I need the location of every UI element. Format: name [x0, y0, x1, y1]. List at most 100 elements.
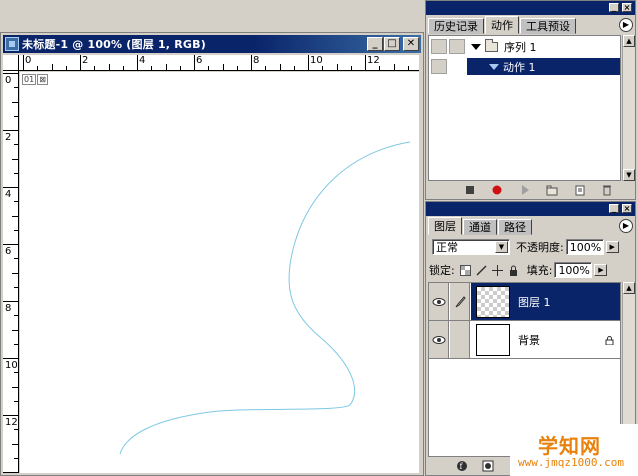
ruler-tick [12, 215, 18, 217]
ruler-tick [365, 55, 366, 70]
visibility-eye-icon[interactable] [429, 321, 449, 358]
tab-actions[interactable]: 动作 [485, 16, 519, 34]
stop-icon[interactable] [464, 184, 476, 196]
tab-paths[interactable]: 路径 [498, 219, 532, 235]
ruler-tick [308, 55, 309, 70]
toggle-item-checkbox[interactable] [431, 39, 447, 54]
document-title: 未标题-1 @ 100% (图层 1, RGB) [22, 38, 206, 51]
record-icon[interactable] [491, 184, 503, 196]
tab-history[interactable]: 历史记录 [428, 18, 484, 34]
site-watermark: 学知网 www.jmqz1000.com [510, 424, 638, 476]
ruler-tick [14, 372, 18, 374]
action-label: 动作 1 [503, 60, 536, 74]
canvas[interactable]: 01 ⊠ [20, 72, 419, 473]
ruler-tick [336, 64, 338, 70]
opacity-slider-arrow[interactable]: ▶ [605, 241, 619, 253]
ruler-tick [350, 66, 352, 70]
lock-all-icon[interactable] [508, 265, 519, 276]
new-action-icon[interactable] [574, 184, 586, 196]
palette-titlebar[interactable]: _ × [426, 1, 635, 15]
ruler-label: 6 [196, 55, 203, 66]
opacity-input[interactable]: 100% [565, 239, 604, 255]
layer-row-background[interactable]: 背景 [429, 321, 620, 359]
photoshop-document-icon [5, 37, 19, 51]
ruler-label: 10 [5, 360, 18, 371]
expand-triangle-icon[interactable] [489, 63, 499, 70]
scroll-up-arrow[interactable]: ▲ [623, 35, 635, 47]
ruler-tick [14, 457, 18, 459]
lock-brush-icon[interactable] [476, 264, 487, 276]
ruler-tick [3, 187, 18, 188]
ruler-tick [14, 144, 18, 146]
ruler-tick [14, 115, 18, 117]
folder-icon [485, 38, 498, 52]
layer-style-icon[interactable]: f [456, 460, 468, 472]
ruler-label: 12 [5, 417, 18, 428]
delete-icon[interactable] [601, 184, 613, 196]
layer-row-layer1[interactable]: 图层 1 [429, 283, 620, 321]
blend-mode-select[interactable]: 正常 ▼ [432, 239, 510, 255]
ruler-tick [222, 64, 224, 70]
ruler-tick [179, 66, 181, 70]
layer-name: 背景 [518, 333, 540, 347]
toggle-item-checkbox[interactable] [431, 59, 447, 74]
palette-minimize-button[interactable]: _ [609, 204, 619, 213]
action-row[interactable]: 动作 1 [429, 57, 620, 76]
drawn-path[interactable] [20, 72, 419, 473]
palette-close-button[interactable]: × [622, 3, 632, 12]
tab-channels[interactable]: 通道 [463, 219, 497, 235]
ruler-tick [14, 201, 18, 203]
maximize-button[interactable]: □ [384, 37, 400, 51]
ruler-label: 8 [253, 55, 260, 66]
ruler-origin[interactable] [3, 55, 19, 71]
palette-close-button[interactable]: × [622, 204, 632, 213]
scroll-down-arrow[interactable]: ▼ [623, 169, 635, 181]
ruler-tick [14, 343, 18, 345]
document-titlebar[interactable]: 未标题-1 @ 100% (图层 1, RGB) _ □ ✕ [3, 35, 421, 53]
ruler-tick [37, 66, 39, 70]
ruler-label: 10 [310, 55, 323, 66]
palette-menu-arrow-icon[interactable]: ▶ [619, 219, 633, 233]
ruler-label: 0 [25, 55, 32, 66]
horizontal-ruler[interactable]: 0 2 4 6 8 10 12 [19, 55, 419, 71]
ruler-tick [80, 55, 81, 70]
ruler-tick [23, 55, 24, 70]
palette-menu-arrow-icon[interactable]: ▶ [619, 18, 633, 32]
ruler-tick [236, 66, 238, 70]
paintbrush-icon[interactable] [450, 283, 470, 320]
vertical-ruler[interactable]: 0 2 4 6 8 10 12 [3, 71, 19, 473]
actions-scrollbar[interactable]: ▲ ▼ [622, 35, 635, 181]
action-set-row[interactable]: 序列 1 [429, 37, 620, 56]
document-window: 未标题-1 @ 100% (图层 1, RGB) _ □ ✕ 0 2 4 6 8 10 12… [0, 32, 424, 476]
lock-transparency-icon[interactable] [459, 264, 471, 276]
ruler-label: 4 [139, 55, 146, 66]
actions-palette: _ × 历史记录 动作 工具预设 ▶ 序列 1 动作 1 ▲ ▼ [425, 0, 636, 200]
new-set-icon[interactable] [546, 184, 558, 196]
ruler-tick [265, 66, 267, 70]
lock-move-icon[interactable] [491, 264, 503, 276]
expand-triangle-icon[interactable] [471, 43, 481, 50]
chevron-down-icon[interactable]: ▼ [495, 241, 508, 253]
ruler-tick [293, 66, 295, 70]
minimize-button[interactable]: _ [367, 37, 383, 51]
ruler-tick [407, 66, 409, 70]
ruler-tick [322, 66, 324, 70]
scroll-up-arrow[interactable]: ▲ [623, 282, 635, 294]
layer-mask-icon[interactable] [482, 460, 494, 472]
fill-input[interactable]: 100% [554, 262, 593, 278]
tab-tool-presets[interactable]: 工具预设 [520, 18, 576, 34]
toggle-dialog-checkbox[interactable] [449, 39, 465, 54]
ruler-label: 2 [82, 55, 89, 66]
fill-slider-arrow[interactable]: ▶ [594, 264, 608, 276]
play-icon[interactable] [519, 184, 531, 196]
visibility-eye-icon[interactable] [429, 283, 449, 320]
ruler-label: 6 [5, 246, 12, 257]
link-cell[interactable] [450, 321, 470, 358]
tab-layers[interactable]: 图层 [428, 217, 462, 235]
palette-titlebar[interactable]: _ × [426, 202, 635, 216]
palette-minimize-button[interactable]: _ [609, 3, 619, 12]
close-button[interactable]: ✕ [403, 37, 419, 51]
ruler-tick [12, 329, 18, 331]
ruler-tick [3, 472, 18, 473]
layer-thumbnail [476, 323, 510, 356]
